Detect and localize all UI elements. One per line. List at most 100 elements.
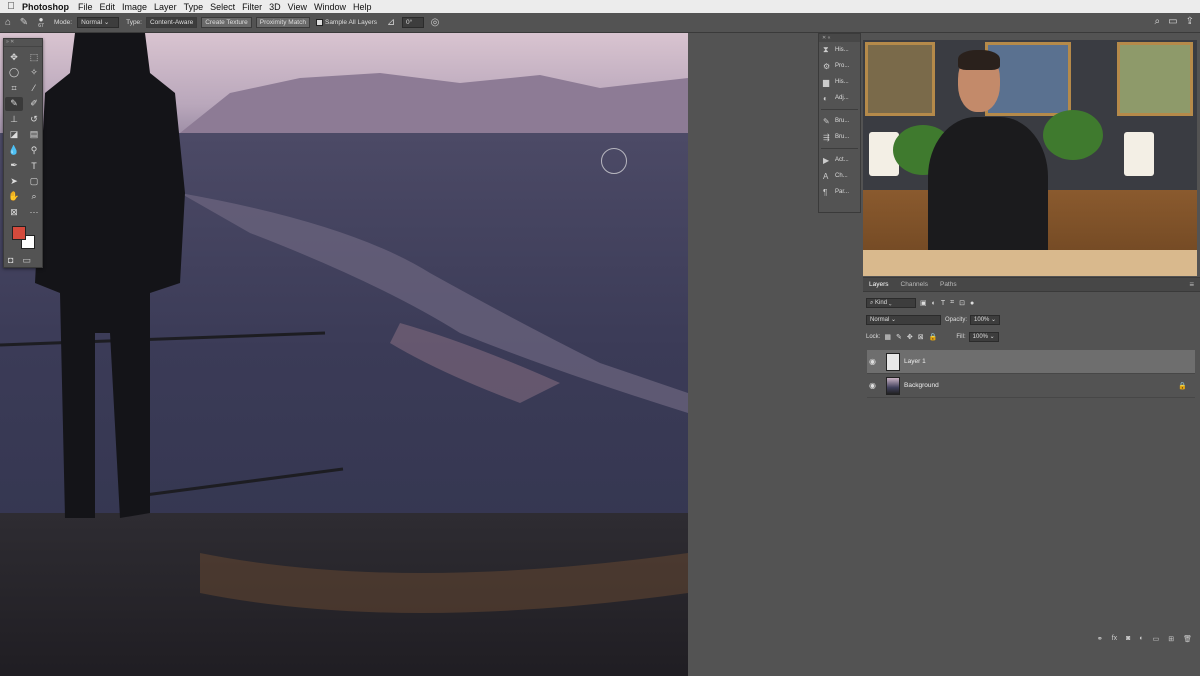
dock-properties[interactable]: ⚙ Pro...	[819, 58, 860, 74]
dock-label: Adj...	[835, 95, 849, 101]
mode-select[interactable]: Normal ⌄	[77, 17, 120, 28]
content-aware-button[interactable]: Content-Aware	[145, 17, 198, 28]
dock-history[interactable]: ⧗ His...	[819, 42, 860, 58]
menu-window[interactable]: Window	[314, 2, 353, 12]
move-tool-icon[interactable]: ✥	[5, 50, 23, 65]
menu-edit[interactable]: Edit	[100, 2, 123, 12]
link-layers-icon[interactable]: ⚭	[1097, 635, 1103, 643]
clone-stamp-tool-icon[interactable]: ⊥	[5, 112, 23, 127]
sample-all-layers-checkbox[interactable]	[315, 19, 323, 26]
healing-brush-tool-icon[interactable]: ✎	[5, 96, 23, 111]
spot-healing-brush-icon[interactable]: ✎	[16, 16, 32, 30]
screen-mode-icon[interactable]: ▭	[22, 255, 31, 266]
new-layer-icon[interactable]: ⊞	[1168, 635, 1174, 643]
lock-transparent-icon[interactable]: ▦	[884, 333, 891, 341]
magic-wand-tool-icon[interactable]: ✧	[25, 66, 43, 81]
mode-label: Mode:	[54, 19, 73, 26]
home-icon[interactable]: ⌂	[0, 16, 16, 30]
lock-artboard-icon[interactable]: ⊠	[918, 333, 924, 341]
visibility-eye-icon[interactable]: ◉	[869, 357, 881, 366]
lasso-tool-icon[interactable]: ◯	[5, 66, 23, 81]
menu-select[interactable]: Select	[210, 2, 242, 12]
hand-tool-icon[interactable]: ✋	[5, 190, 23, 205]
gradient-tool-icon[interactable]: ▤	[25, 128, 43, 143]
layer-style-icon[interactable]: fx	[1112, 635, 1117, 643]
dock-header[interactable]: ✕ «	[819, 34, 860, 42]
zoom-tool-icon[interactable]: ⌕	[25, 190, 43, 205]
delete-layer-icon[interactable]: 🗑	[1183, 635, 1192, 643]
menu-app-name[interactable]: Photoshop	[22, 2, 76, 12]
fill-input[interactable]: 100% ⌄	[968, 332, 999, 342]
menu-type[interactable]: Type	[184, 2, 211, 12]
path-selection-tool-icon[interactable]: ➤	[5, 174, 23, 189]
filter-kind-select[interactable]: ⌕ Kind ⌄	[866, 298, 916, 308]
dock-brushes[interactable]: ⇶ Bru...	[819, 129, 860, 145]
history-brush-tool-icon[interactable]: ↺	[25, 112, 43, 127]
foreground-color-swatch[interactable]	[12, 226, 26, 240]
blur-tool-icon[interactable]: 💧	[5, 143, 23, 158]
brush-size-picker[interactable]: ● 67	[32, 16, 50, 30]
crop-tool-icon[interactable]: ⌗	[5, 81, 23, 96]
layer-thumbnail	[886, 352, 900, 371]
menu-view[interactable]: View	[288, 2, 314, 12]
layer-row-layer-1[interactable]: ◉ Layer 1	[867, 350, 1195, 374]
blend-mode-select[interactable]: Normal ⌄	[866, 315, 941, 325]
more-tools-icon[interactable]: ···	[25, 205, 43, 220]
create-texture-button[interactable]: Create Texture	[201, 17, 252, 28]
lock-image-icon[interactable]: ✎	[896, 333, 902, 341]
type-tool-icon[interactable]: T	[25, 159, 43, 174]
pen-tool-icon[interactable]: ✒	[5, 159, 23, 174]
new-adjustment-layer-icon[interactable]: ◐	[1139, 635, 1143, 643]
proximity-match-button[interactable]: Proximity Match	[255, 17, 310, 28]
frame-tool-icon[interactable]: ⊠	[5, 205, 23, 220]
menu-filter[interactable]: Filter	[242, 2, 269, 12]
menu-file[interactable]: File	[78, 2, 100, 12]
tools-grip[interactable]: » ✕	[4, 39, 42, 47]
eyedropper-tool-icon[interactable]: ⁄	[25, 81, 43, 96]
panel-menu-icon[interactable]: ≡	[1189, 280, 1194, 289]
layer-row-background[interactable]: ◉ Background 🔒	[867, 374, 1195, 398]
filter-adjustment-icon[interactable]: ◐	[932, 300, 936, 307]
dodge-tool-icon[interactable]: ⚲	[25, 143, 43, 158]
quick-mask-icon[interactable]: ◘	[8, 255, 13, 266]
dock-actions[interactable]: ▶ Act...	[819, 152, 860, 168]
visibility-eye-icon[interactable]: ◉	[869, 381, 881, 390]
menu-3d[interactable]: 3D	[269, 2, 288, 12]
dock-character[interactable]: A Ch...	[819, 168, 860, 184]
tab-layers[interactable]: Layers	[863, 281, 895, 288]
dock-histogram[interactable]: ▆ His...	[819, 74, 860, 90]
eraser-tool-icon[interactable]: ◪	[5, 128, 23, 143]
search-icon[interactable]: ⌕	[1155, 16, 1161, 27]
apple-menu-icon[interactable]: 	[0, 1, 22, 12]
menu-help[interactable]: Help	[353, 2, 379, 12]
filter-shape-icon[interactable]: ⌗	[950, 299, 954, 307]
brush-tool-icon[interactable]: ✐	[25, 97, 43, 112]
dock-adjustments[interactable]: ◐ Adj...	[819, 90, 860, 106]
tab-paths[interactable]: Paths	[934, 281, 963, 288]
share-icon[interactable]: ⇪	[1186, 16, 1194, 27]
filter-type-icon[interactable]: T	[941, 300, 945, 307]
filter-smart-object-icon[interactable]: ⊡	[959, 299, 965, 307]
filter-toggle-icon[interactable]: ●	[970, 300, 974, 307]
filter-pixel-icon[interactable]: ▣	[920, 299, 927, 307]
opacity-input[interactable]: 100% ⌄	[970, 315, 1001, 325]
lock-position-icon[interactable]: ✥	[907, 333, 913, 341]
shape-tool-icon[interactable]: ▢	[25, 174, 43, 189]
tab-channels[interactable]: Channels	[895, 281, 934, 288]
marquee-tool-icon[interactable]: ⬚	[25, 50, 43, 65]
dock-brush-settings[interactable]: ✎ Bru...	[819, 113, 860, 129]
opacity-value: 100%	[974, 317, 990, 323]
dock-paragraph[interactable]: ¶ Par...	[819, 184, 860, 200]
collapsed-panels-dock: ✕ « ⧗ His... ⚙ Pro... ▆ His... ◐ Adj... ✎ Bru…	[818, 33, 861, 213]
history-icon: ⧗	[823, 45, 829, 54]
dock-divider	[821, 148, 858, 149]
angle-input[interactable]: 0°	[402, 17, 425, 28]
lock-all-icon[interactable]: 🔒	[929, 333, 938, 341]
workspace-icon[interactable]: ▭	[1168, 16, 1177, 27]
add-mask-icon[interactable]: ◙	[1126, 635, 1130, 643]
new-group-icon[interactable]: ▭	[1153, 635, 1160, 643]
pressure-icon[interactable]: ◎	[427, 16, 443, 30]
menu-image[interactable]: Image	[122, 2, 154, 12]
document-canvas[interactable]	[0, 33, 688, 676]
menu-layer[interactable]: Layer	[154, 2, 184, 12]
